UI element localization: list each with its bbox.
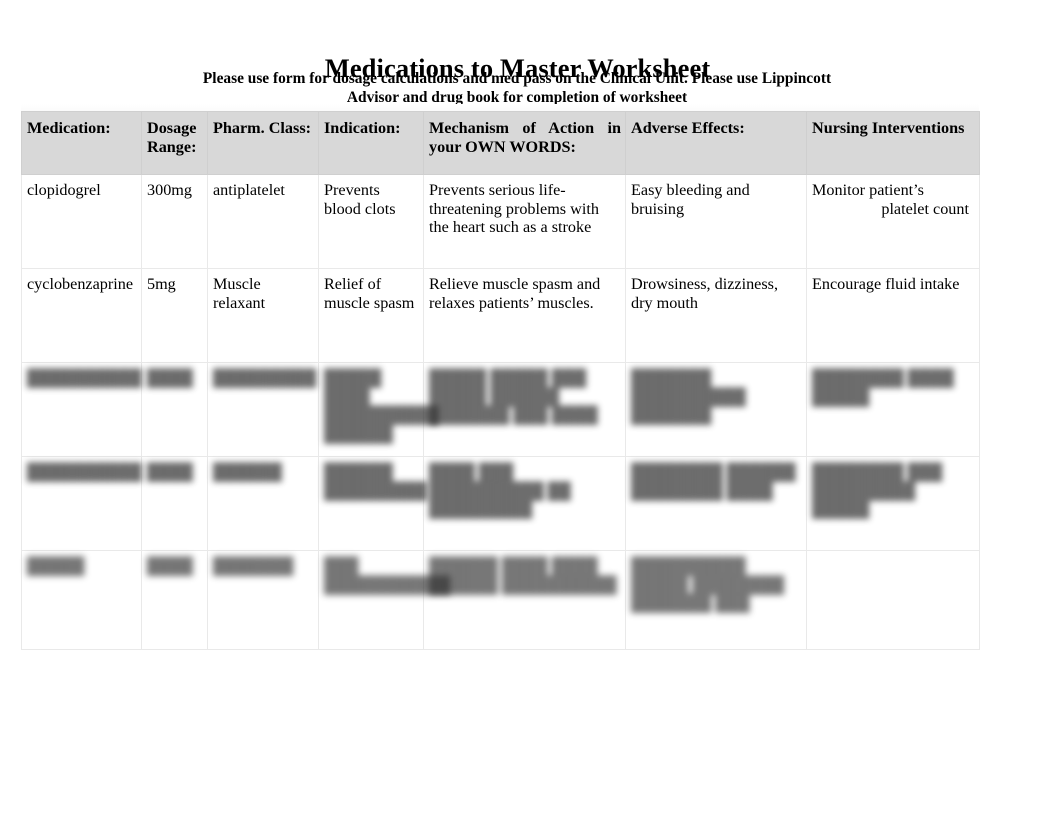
medications-table: Medication: Dosage Range: Pharm. Class: … (21, 111, 980, 650)
cell-dosage-range[interactable]: 300mg (141, 174, 208, 269)
cell-pharm-class[interactable]: █████████ (207, 362, 319, 457)
table-row[interactable]: clopidogrel 300mg antiplatelet Prevents … (21, 174, 980, 269)
cell-nursing-interventions[interactable]: ████████ ███ █████████ █████ (806, 456, 980, 551)
cell-adverse-effects[interactable]: Easy bleeding and bruising (625, 174, 807, 269)
cell-adverse-effects[interactable]: ██████████ █████ ████████ ███████ ███ (625, 550, 807, 650)
table-row[interactable]: cyclobenzaprine 5mg Muscle relaxant Reli… (21, 268, 980, 363)
cell-dosage-range[interactable]: ████ (141, 362, 208, 457)
cell-nursing-line-1: Monitor patient’s (812, 181, 924, 199)
cell-pharm-class[interactable]: antiplatelet (207, 174, 319, 269)
cell-nursing-interventions[interactable]: ████████ ████ █████ (806, 362, 980, 457)
cell-dosage-range[interactable]: ████ (141, 456, 208, 551)
cell-indication[interactable]: Prevents blood clots (318, 174, 424, 269)
cell-pharm-class[interactable]: Muscle relaxant (207, 268, 319, 363)
cell-adverse-effects[interactable]: ███████ ██████████ ███████ (625, 362, 807, 457)
cell-mechanism[interactable]: Relieve muscle spasm and relaxes patient… (423, 268, 626, 363)
column-header-dosage-range: Dosage Range: (141, 111, 208, 175)
cell-pharm-class[interactable]: ███████ (207, 550, 319, 650)
medications-table-container: Medication: Dosage Range: Pharm. Class: … (21, 111, 980, 650)
table-row[interactable]: ██████████ ████ ██████ ██████ █████████ … (21, 456, 980, 551)
cell-nursing-interventions[interactable] (806, 550, 980, 650)
column-header-mechanism-line-1: Mechanism of Action in (429, 119, 621, 137)
column-header-nursing-interventions: Nursing Interventions (806, 111, 980, 175)
cell-dosage-range[interactable]: ████ (141, 550, 208, 650)
cell-mechanism[interactable]: ████ ███ ██████████ ██ █████████ (423, 456, 626, 551)
table-row[interactable]: █████ ████ ███████ ███ ███████████ █████… (21, 550, 980, 650)
cell-indication[interactable]: █████ ████ ██████████ ██████ (318, 362, 439, 457)
cell-nursing-interventions[interactable]: Encourage fluid intake (806, 268, 980, 363)
cell-medication[interactable]: ██████████ (21, 362, 142, 457)
column-header-dosage-line-1: Dosage (147, 119, 197, 137)
cell-pharm-class[interactable]: ██████ (207, 456, 319, 551)
cell-medication[interactable]: clopidogrel (21, 174, 142, 269)
cell-mechanism[interactable]: █████ █████ ███ █████ ██████ ███████ ███… (423, 362, 626, 457)
page-subtitle-line-1: Please use form for dosage calculations … (202, 70, 758, 87)
cell-indication[interactable]: ███ ███████████ (318, 550, 450, 650)
cell-nursing-interventions[interactable]: Monitor patient’s platelet count (806, 174, 980, 269)
table-row[interactable]: ██████████ ████ █████████ █████ ████ ███… (21, 362, 980, 457)
table-body: clopidogrel 300mg antiplatelet Prevents … (21, 174, 980, 650)
cell-medication[interactable]: ██████████ (21, 456, 142, 551)
column-header-dosage-line-2: Range: (147, 137, 197, 156)
cell-indication[interactable]: ██████ █████████ (318, 456, 427, 551)
cell-adverse-effects[interactable]: Drowsiness, dizziness, dry mouth (625, 268, 807, 363)
worksheet-page: Medications to Master Worksheet Please u… (0, 0, 1062, 822)
column-header-adverse-effects: Adverse Effects: (625, 111, 807, 175)
table-header: Medication: Dosage Range: Pharm. Class: … (21, 111, 980, 175)
column-header-mechanism-of-action: Mechanism of Action in your OWN WORDS: (423, 111, 626, 175)
cell-mechanism[interactable]: ██████ ████ ████ ██████ ██████████ (423, 550, 626, 650)
page-subtitle: Please use form for dosage calculations … (200, 70, 834, 108)
cell-dosage-range[interactable]: 5mg (141, 268, 208, 363)
column-header-mechanism-line-2: your OWN WORDS: (429, 137, 576, 156)
table-header-row: Medication: Dosage Range: Pharm. Class: … (21, 111, 980, 175)
cell-adverse-effects[interactable]: ████████ ██████ ████████ ████ (625, 456, 807, 551)
cell-indication[interactable]: Relief of muscle spasm (318, 268, 424, 363)
cell-medication[interactable]: cyclobenzaprine (21, 268, 142, 363)
cell-nursing-line-2: platelet count (881, 199, 969, 218)
column-header-pharm-class: Pharm. Class: (207, 111, 319, 175)
column-header-medication: Medication: (21, 111, 142, 175)
cell-medication[interactable]: █████ (21, 550, 142, 650)
cell-mechanism[interactable]: Prevents serious life-threatening proble… (423, 174, 626, 269)
column-header-indication: Indication: (318, 111, 424, 175)
